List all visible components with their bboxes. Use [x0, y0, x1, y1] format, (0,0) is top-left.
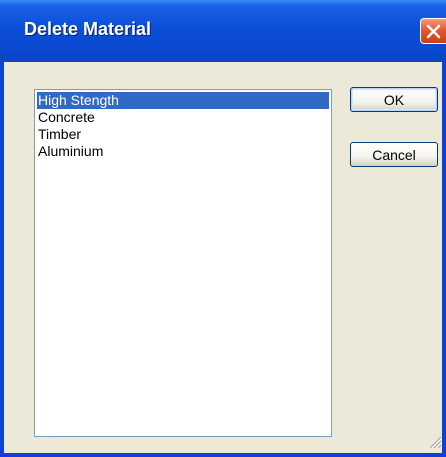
close-button[interactable]: [420, 18, 446, 44]
cancel-button[interactable]: Cancel: [350, 142, 438, 167]
materials-listbox[interactable]: High Stength Concrete Timber Aluminium: [34, 89, 332, 437]
resize-grip-icon[interactable]: [428, 435, 443, 454]
window-title: Delete Material: [24, 19, 152, 39]
delete-material-dialog: Delete Material High Stength Concrete Ti…: [0, 0, 446, 457]
list-item[interactable]: Aluminium: [37, 143, 329, 160]
title-bar[interactable]: Delete Material: [0, 0, 446, 62]
list-item[interactable]: High Stength: [37, 92, 329, 109]
ok-button[interactable]: OK: [350, 87, 438, 112]
list-item[interactable]: Timber: [37, 126, 329, 143]
list-item[interactable]: Concrete: [37, 109, 329, 126]
